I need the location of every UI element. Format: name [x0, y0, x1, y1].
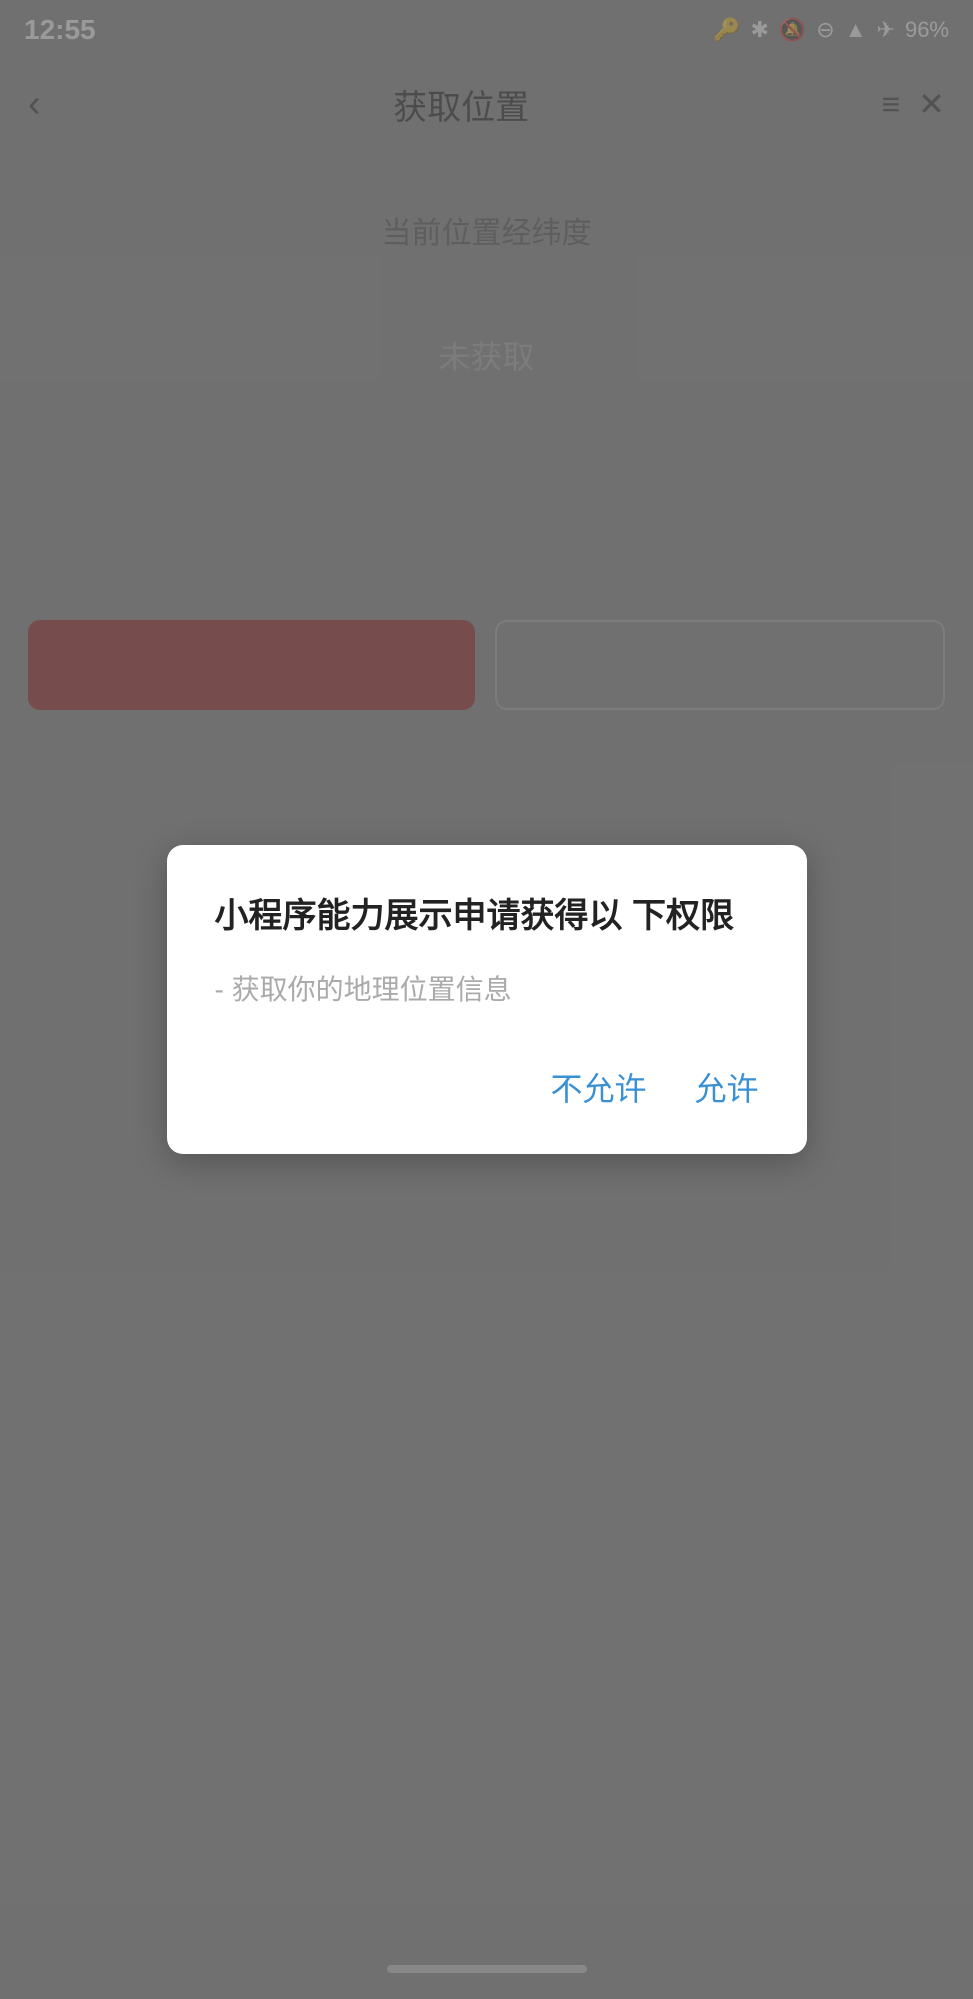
dialog-title: 小程序能力展示申请获得以 下权限	[215, 893, 759, 941]
deny-button[interactable]: 不允许	[550, 1056, 646, 1118]
permission-dialog: 小程序能力展示申请获得以 下权限 - 获取你的地理位置信息 不允许 允许	[167, 845, 807, 1155]
allow-button[interactable]: 允许	[694, 1056, 758, 1118]
dialog-actions: 不允许 允许	[215, 1056, 759, 1118]
dialog-body: - 获取你的地理位置信息	[215, 968, 759, 1008]
overlay: 小程序能力展示申请获得以 下权限 - 获取你的地理位置信息 不允许 允许	[0, 0, 973, 1999]
